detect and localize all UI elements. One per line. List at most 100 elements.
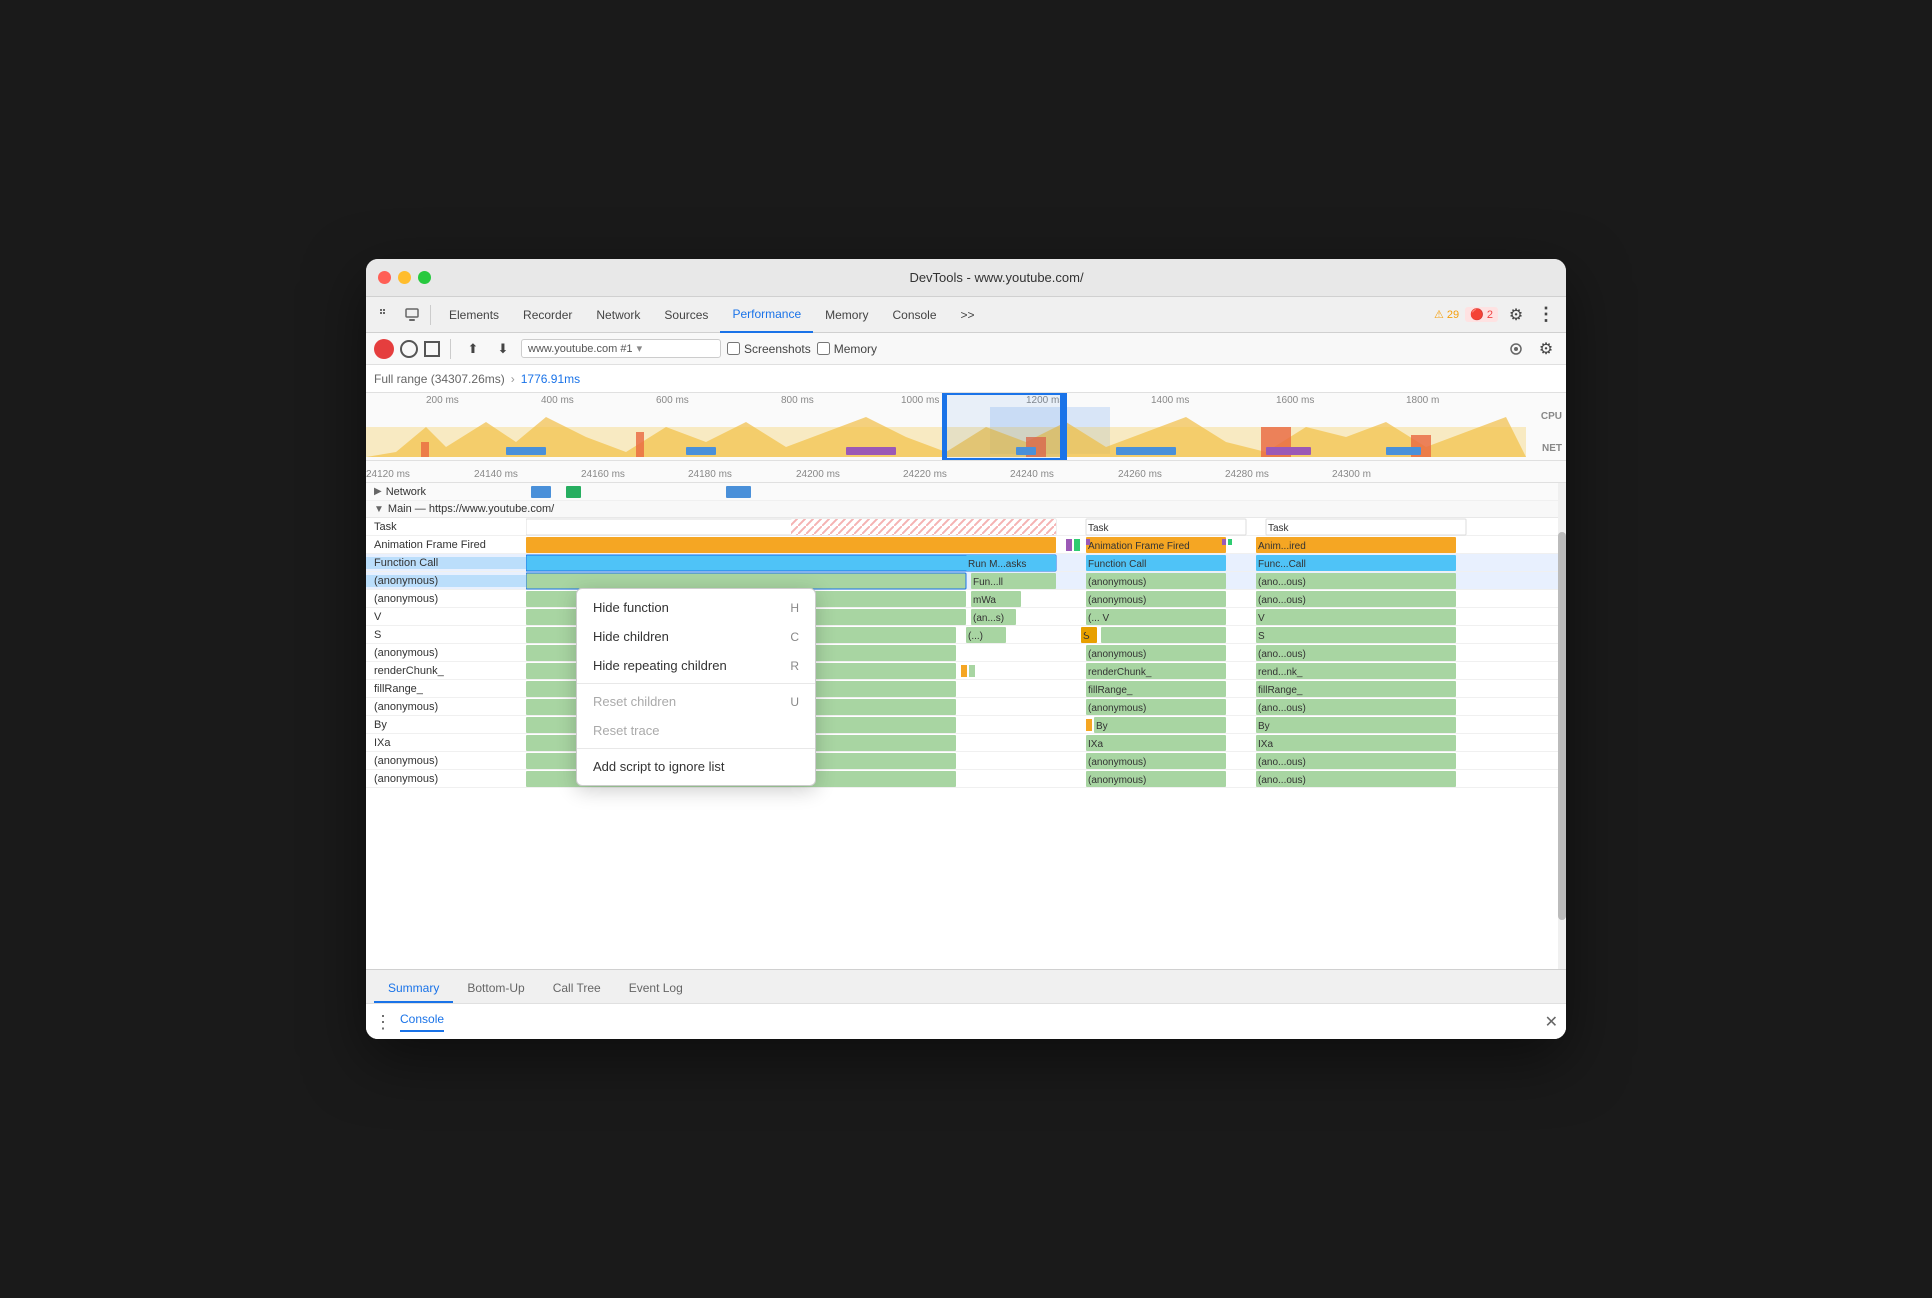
title-bar: DevTools - www.youtube.com/ xyxy=(366,259,1566,297)
context-menu: Hide function H Hide children C Hide rep… xyxy=(576,588,816,786)
close-button[interactable] xyxy=(378,271,391,284)
fill-range-row[interactable]: fillRange_ fillRange_ fillRange_ xyxy=(366,680,1566,698)
capture-settings-icon[interactable] xyxy=(1504,337,1528,361)
network-label[interactable]: ▶ Network xyxy=(366,486,526,498)
svg-text:(... V: (... V xyxy=(1088,613,1109,624)
tab-network[interactable]: Network xyxy=(584,297,652,333)
tab-call-tree[interactable]: Call Tree xyxy=(539,975,615,1003)
screenshots-checkbox[interactable] xyxy=(727,342,740,355)
console-dots[interactable]: ⋮ xyxy=(374,1013,392,1031)
vertical-scrollbar[interactable] xyxy=(1558,483,1566,969)
tick-24280: 24280 ms xyxy=(1225,469,1269,480)
anon-row-2[interactable]: (anonymous) mWa (anonymous) (ano...ous) xyxy=(366,590,1566,608)
cpu-label: CPU xyxy=(1541,411,1562,422)
tab-more[interactable]: >> xyxy=(949,297,987,333)
tab-recorder[interactable]: Recorder xyxy=(511,297,584,333)
anon-row-6[interactable]: (anonymous) (anonymous) (ano...ous) xyxy=(366,770,1566,788)
upload-button[interactable]: ⬆ xyxy=(461,337,485,361)
console-label[interactable]: Console xyxy=(400,1012,444,1032)
clear-button[interactable] xyxy=(424,341,440,357)
url-selector[interactable]: www.youtube.com #1 ▾ xyxy=(521,339,721,358)
warning-badge: ⚠ 29 xyxy=(1434,308,1459,321)
tab-bottom-up[interactable]: Bottom-Up xyxy=(453,975,538,1003)
v-row[interactable]: V (an...s) (... V V xyxy=(366,608,1566,626)
ruler-tick-1800: 1800 m xyxy=(1406,395,1439,406)
svg-text:S: S xyxy=(1258,631,1265,642)
reset-children-item: Reset children U xyxy=(577,687,815,716)
hide-repeating-item[interactable]: Hide repeating children R xyxy=(577,651,815,680)
tab-memory[interactable]: Memory xyxy=(813,297,880,333)
nav-toolbar: Elements Recorder Network Sources Perfor… xyxy=(366,297,1566,333)
anon-row-4[interactable]: (anonymous) (anonymous) (ano...ous) xyxy=(366,698,1566,716)
tab-sources[interactable]: Sources xyxy=(652,297,720,333)
function-call-row[interactable]: Function Call Run M...asks Function Call… xyxy=(366,554,1566,572)
svg-text:Function Call: Function Call xyxy=(1088,559,1146,570)
svg-text:(anonymous): (anonymous) xyxy=(1088,775,1146,786)
hide-children-item[interactable]: Hide children C xyxy=(577,622,815,651)
more-options-icon[interactable]: ⋮ xyxy=(1534,303,1558,327)
svg-text:(ano...ous): (ano...ous) xyxy=(1258,577,1306,588)
tick-24240: 24240 ms xyxy=(1010,469,1054,480)
anon-label-1: (anonymous) xyxy=(366,575,526,587)
reset-children-shortcut: U xyxy=(790,695,799,709)
svg-text:(ano...ous): (ano...ous) xyxy=(1258,595,1306,606)
anon-row-3[interactable]: (anonymous) (anonymous) (ano...ous) xyxy=(366,644,1566,662)
hide-function-label: Hide function xyxy=(593,600,669,615)
record-button[interactable] xyxy=(374,339,394,359)
anon-row-5[interactable]: (anonymous) (anonymous) (ano...ous) xyxy=(366,752,1566,770)
tab-elements[interactable]: Elements xyxy=(437,297,511,333)
anon-label-3: (anonymous) xyxy=(366,647,526,659)
settings-icon[interactable]: ⚙ xyxy=(1504,303,1528,327)
anon-row-1[interactable]: (anonymous) Fun...ll (anonymous) (ano...… xyxy=(366,572,1566,590)
animation-frame-label: Animation Frame Fired xyxy=(366,539,526,551)
scrollbar-thumb[interactable] xyxy=(1558,532,1566,921)
traffic-lights xyxy=(378,271,431,284)
net-overview xyxy=(366,444,1550,456)
hide-function-item[interactable]: Hide function H xyxy=(577,593,815,622)
hide-repeating-label: Hide repeating children xyxy=(593,658,727,673)
url-dropdown-icon[interactable]: ▾ xyxy=(637,342,643,355)
flamegraph-area[interactable]: ▶ Network ▼ Main — https://www.youtu xyxy=(366,483,1566,969)
by-label: By xyxy=(366,719,526,731)
animation-frame-blocks: Animation Frame Fired Anim...ired xyxy=(526,536,1566,554)
tick-24160: 24160 ms xyxy=(581,469,625,480)
inspect-icon[interactable] xyxy=(400,303,424,327)
svg-text:IXa: IXa xyxy=(1258,739,1273,750)
reload-record-button[interactable] xyxy=(400,340,418,358)
error-icon: 🔴 xyxy=(1470,308,1484,321)
screenshots-checkbox-group: Screenshots xyxy=(727,342,811,356)
warning-count: 29 xyxy=(1447,309,1459,321)
hide-repeating-shortcut: R xyxy=(790,659,799,673)
hide-function-shortcut: H xyxy=(790,601,799,615)
s-row[interactable]: S (...) S S xyxy=(366,626,1566,644)
tab-summary[interactable]: Summary xyxy=(374,975,453,1003)
svg-text:By: By xyxy=(1258,721,1270,732)
download-button[interactable]: ⬇ xyxy=(491,337,515,361)
console-close-button[interactable]: ✕ xyxy=(1545,1012,1558,1032)
task-track: Task Task xyxy=(526,518,1566,536)
warning-icon: ⚠ xyxy=(1434,308,1444,321)
pointer-tool-icon[interactable] xyxy=(374,303,398,327)
tick-24120: 24120 ms xyxy=(366,469,410,480)
minimize-button[interactable] xyxy=(398,271,411,284)
tab-performance[interactable]: Performance xyxy=(720,297,813,333)
network-text: Network xyxy=(386,486,426,498)
tick-24200: 24200 ms xyxy=(796,469,840,480)
animation-frame-row[interactable]: Animation Frame Fired Animation Frame Fi… xyxy=(366,536,1566,554)
svg-text:Animation Frame Fired: Animation Frame Fired xyxy=(1088,541,1190,552)
tab-event-log[interactable]: Event Log xyxy=(615,975,697,1003)
svg-text:(an...s): (an...s) xyxy=(973,613,1004,624)
timeline-overview[interactable]: 200 ms 400 ms 600 ms 800 ms 1000 ms 1200… xyxy=(366,393,1566,461)
svg-text:(ano...ous): (ano...ous) xyxy=(1258,649,1306,660)
maximize-button[interactable] xyxy=(418,271,431,284)
tab-console[interactable]: Console xyxy=(880,297,948,333)
add-ignore-item[interactable]: Add script to ignore list xyxy=(577,752,815,781)
hide-children-shortcut: C xyxy=(790,630,799,644)
performance-settings-icon[interactable]: ⚙ xyxy=(1534,337,1558,361)
svg-text:fillRange_: fillRange_ xyxy=(1088,685,1133,696)
render-chunk-row[interactable]: renderChunk_ renderChunk_ rend...nk_ xyxy=(366,662,1566,680)
by-row[interactable]: By By By xyxy=(366,716,1566,734)
anon-label-2: (anonymous) xyxy=(366,593,526,605)
memory-checkbox[interactable] xyxy=(817,342,830,355)
ixa-row[interactable]: IXa IXa IXa xyxy=(366,734,1566,752)
